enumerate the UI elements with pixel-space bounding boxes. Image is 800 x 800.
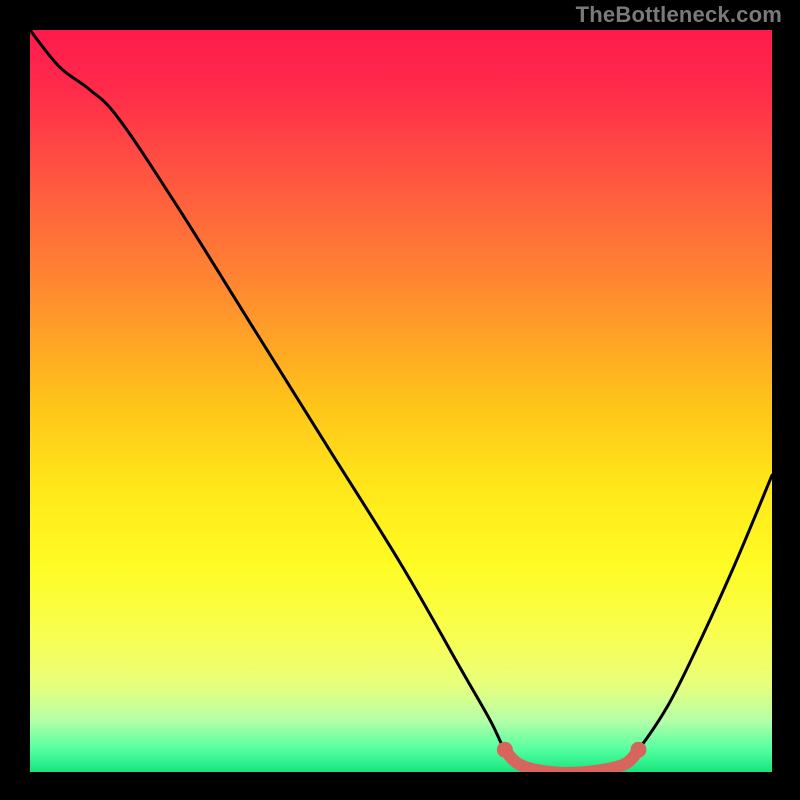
highlight-endpoint (630, 742, 646, 758)
attribution-text: TheBottleneck.com (576, 2, 782, 28)
highlight-endpoint (497, 742, 513, 758)
gradient-background (30, 30, 772, 772)
chart-frame: TheBottleneck.com (0, 0, 800, 800)
bottleneck-chart (0, 0, 800, 800)
